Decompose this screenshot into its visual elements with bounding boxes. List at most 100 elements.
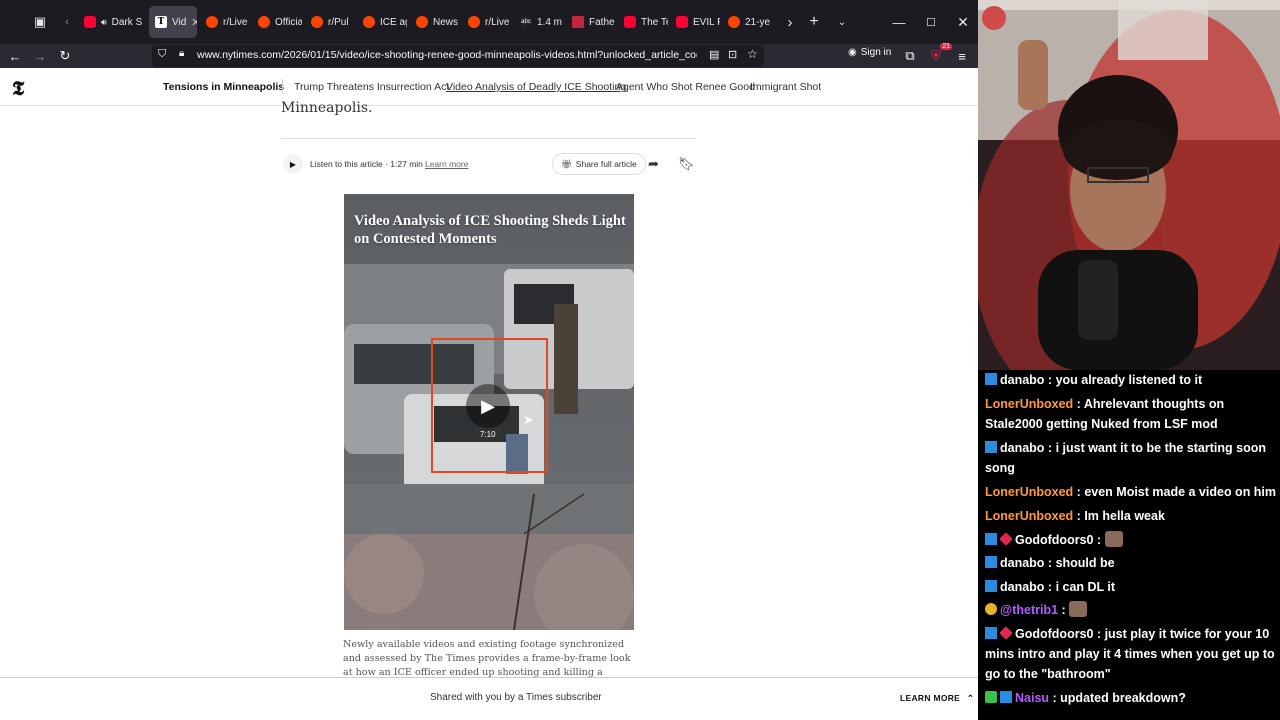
reader-view-icon[interactable]: ▤ (709, 48, 719, 61)
chat-badge-icon (999, 626, 1013, 640)
chat-separator: : (1093, 533, 1105, 547)
topic-section-label[interactable]: Tensions in Minneapolis (163, 81, 284, 93)
tab-5[interactable]: ICE ag (357, 6, 407, 38)
url-text[interactable]: www.nytimes.com/2026/01/15/video/ice-sho… (197, 49, 697, 61)
account-icon: ◉ (848, 47, 857, 58)
back-icon[interactable]: ← (4, 45, 26, 67)
topic-link-insurrection[interactable]: Trump Threatens Insurrection Act (294, 81, 449, 93)
listen-learn-more-link[interactable]: Learn more (425, 159, 468, 169)
chat-username[interactable]: LonerUnboxed (985, 485, 1073, 499)
chat-username[interactable]: danabo (1000, 373, 1044, 387)
chat-username[interactable]: danabo (1000, 441, 1044, 455)
chat-separator: : (1073, 397, 1084, 411)
chat-message: Godofdoors0 : just play it twice for you… (985, 624, 1279, 684)
chat-separator: : (1044, 373, 1056, 387)
topic-bar: 𝕿 Tensions in Minneapolis Trump Threaten… (0, 68, 978, 106)
abc-icon: abc (520, 16, 532, 28)
youtube-icon (624, 16, 636, 28)
listen-play-button[interactable]: ▶ (283, 154, 303, 174)
chat-text: should be (1055, 556, 1115, 570)
chat-username[interactable]: Naisu (1015, 691, 1049, 705)
share-icon[interactable]: ➦ (648, 156, 659, 172)
chat-username[interactable]: Godofdoors0 (1015, 627, 1093, 641)
tab-6[interactable]: News (410, 6, 460, 38)
ublock-icon[interactable]: ⛨ 21 (925, 43, 952, 67)
close-tab-icon[interactable]: ✕ (191, 16, 197, 29)
forward-icon[interactable]: → (29, 45, 51, 67)
mouse-cursor-icon: ➤ (523, 412, 534, 427)
tab-0[interactable]: 🔊︎ Dark S (78, 6, 144, 38)
bookmark-star-icon[interactable]: ☆ (747, 47, 758, 61)
new-tab-icon[interactable]: + (802, 10, 826, 34)
sign-in-button[interactable]: ◉ Sign in (848, 47, 891, 58)
reddit-icon (416, 16, 428, 28)
chat-separator: : (1058, 603, 1070, 617)
menu-icon[interactable]: ≡ (951, 45, 973, 67)
chat-badge-icon (985, 373, 997, 385)
maximize-icon[interactable]: ☐ (919, 10, 943, 34)
lock-icon[interactable]: 🔒︎ (179, 48, 184, 59)
save-page-icon[interactable]: ⊡ (728, 48, 737, 61)
save-bookmark-icon[interactable]: 🔖︎ (678, 156, 695, 172)
tab-9[interactable]: Fathe (566, 6, 616, 38)
chat-text: you already listened to it (1055, 373, 1203, 387)
webcam-image (978, 0, 1280, 370)
chat-username[interactable]: LonerUnboxed (985, 509, 1073, 523)
stream-overlay: danabo : you already listened to it Loner… (978, 0, 1280, 720)
learn-more-button[interactable]: LEARN MORE ⌃ (900, 693, 974, 704)
share-full-article-button[interactable]: 🎁︎ Share full article (552, 153, 646, 175)
extensions-icon[interactable]: ⧉ (899, 45, 921, 67)
video-play-button[interactable]: ▶ (466, 384, 510, 428)
tab-7[interactable]: r/Live (462, 6, 512, 38)
reload-icon[interactable]: ↻ (54, 45, 76, 67)
tab-12[interactable]: 21-ye (722, 6, 772, 38)
tab-label: Fathe (589, 16, 615, 28)
speaker-icon[interactable]: 🔊︎ (101, 17, 107, 28)
play-icon: ▶ (481, 395, 495, 416)
chat-panel: danabo : you already listened to it Loner… (978, 340, 1280, 720)
chat-badge-icon (985, 691, 997, 703)
chat-badge-icon (985, 627, 997, 639)
tab-10[interactable]: The Te (618, 6, 668, 38)
tab-8[interactable]: abc 1.4 m (514, 6, 564, 38)
chat-username[interactable]: danabo (1000, 556, 1044, 570)
gift-icon: 🎁︎ (561, 158, 572, 169)
chat-separator: : (1044, 556, 1056, 570)
chat-badge-icon (985, 533, 997, 545)
chat-text: updated breakdown? (1060, 691, 1186, 705)
nyt-logo[interactable]: 𝕿 (12, 76, 24, 100)
chat-badge-icon (999, 532, 1013, 546)
chat-message: LonerUnboxed : Ahrelevant thoughts on St… (985, 394, 1279, 434)
chat-username[interactable]: danabo (1000, 580, 1044, 594)
topic-link-video-analysis[interactable]: Video Analysis of Deadly ICE Shooting (446, 81, 626, 93)
chat-username[interactable]: LonerUnboxed (985, 397, 1073, 411)
listen-label: Listen to this article · 1:27 min (310, 159, 423, 169)
topic-link-immigrant-shot[interactable]: Immigrant Shot (750, 81, 821, 93)
play-icon: ▶ (289, 159, 297, 169)
chat-username[interactable]: Godofdoors0 (1015, 533, 1093, 547)
list-all-tabs-icon[interactable]: ⌄ (830, 10, 854, 34)
address-bar[interactable]: ⛉ 🔒︎ www.nytimes.com/2026/01/15/video/ic… (152, 45, 764, 67)
chat-badge-icon (985, 580, 997, 592)
scroll-tabs-left-icon[interactable]: ‹ (55, 10, 79, 34)
close-window-icon[interactable]: ✕ (951, 10, 975, 34)
topic-divider (282, 79, 283, 94)
tab-label: r/Live (485, 16, 510, 28)
tab-3[interactable]: Officia (252, 6, 302, 38)
chat-message: Godofdoors0 : (985, 530, 1279, 550)
tracking-shield-icon[interactable]: ⛉ (158, 48, 166, 61)
tab-list-icon[interactable]: ▣ (28, 10, 52, 34)
youtube-icon (84, 16, 96, 28)
tab-11[interactable]: EVIL P (670, 6, 720, 38)
topic-link-agent[interactable]: Agent Who Shot Renee Good (616, 81, 755, 93)
sign-in-label: Sign in (860, 47, 892, 58)
tab-2[interactable]: r/Live (200, 6, 248, 38)
scroll-tabs-right-icon[interactable]: › (778, 10, 802, 34)
tab-label: Vid (172, 16, 187, 28)
chat-badge-icon (985, 441, 997, 453)
tab-4[interactable]: r/Pul (305, 6, 355, 38)
chat-username[interactable]: @thetrib1 (1000, 603, 1058, 617)
minimize-icon[interactable]: — (887, 10, 911, 34)
video-player[interactable]: Video Analysis of ICE Shooting Sheds Lig… (344, 194, 634, 630)
tab-1[interactable]: T Vid ✕ (149, 6, 197, 38)
